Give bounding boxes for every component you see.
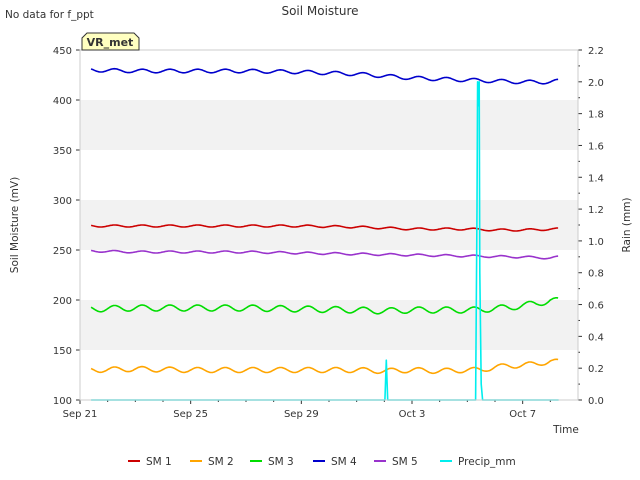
y-tick-label: 100 (53, 396, 72, 407)
series-line-sm-2 (90, 358, 559, 375)
plot-background-bands (80, 100, 578, 350)
legend-label: SM 4 (331, 456, 357, 468)
y-tick-label: 450 (53, 46, 72, 57)
plot-band (80, 100, 578, 150)
x-tick-label: Oct 7 (509, 409, 536, 420)
y2-axis-label: Rain (mm) (621, 197, 633, 252)
x-tick-label: Sep 29 (284, 409, 319, 420)
y2-tick-label: 1.4 (588, 173, 604, 184)
y2-tick-label: 0.2 (588, 364, 604, 375)
y2-tick-label: 0.4 (588, 332, 604, 343)
x-axis-ticks: Sep 21 Sep 25 Sep 29 Oct 3 Oct 7 (63, 400, 551, 420)
x-axis-label: Time (552, 424, 579, 436)
x-tick-label: Oct 3 (399, 409, 426, 420)
legend: SM 1 SM 2 SM 3 SM 4 SM 5 Precip_mm (128, 456, 516, 468)
station-label-box: VR_met (81, 32, 140, 51)
y2-tick-label: 1.0 (588, 237, 604, 248)
y-tick-label: 300 (53, 196, 72, 207)
y-tick-label: 350 (53, 146, 72, 157)
y2-tick-label: 0.0 (588, 396, 604, 407)
legend-label: SM 1 (146, 456, 172, 468)
legend-label: SM 3 (268, 456, 294, 468)
series-line-sm-5 (90, 249, 559, 260)
y-tick-label: 250 (53, 246, 72, 257)
y-tick-label: 150 (53, 346, 72, 357)
legend-label: Precip_mm (458, 456, 516, 468)
y-axis-label: Soil Moisture (mV) (9, 177, 21, 273)
y2-tick-label: 1.6 (588, 141, 604, 152)
plot-band (80, 200, 578, 250)
series-line-sm-4 (90, 67, 559, 85)
y2-tick-label: 0.6 (588, 301, 604, 312)
chart-title: Soil Moisture (281, 4, 358, 18)
legend-label: SM 5 (392, 456, 418, 468)
y2-tick-label: 2.0 (588, 78, 604, 89)
legend-label: SM 2 (208, 456, 234, 468)
y2-tick-label: 0.8 (588, 269, 604, 280)
left-y-axis-ticks: 100 150 200 250 300 350 400 450 (53, 46, 80, 407)
y-tick-label: 400 (53, 96, 72, 107)
x-tick-label: Sep 25 (173, 409, 208, 420)
y2-tick-label: 2.2 (588, 46, 604, 57)
plot-band (80, 300, 578, 350)
soil-moisture-chart: No data for f_ppt Soil Moisture 100 150 20… (5, 4, 633, 468)
y2-tick-label: 1.8 (588, 110, 604, 121)
no-data-note: No data for f_ppt (5, 9, 94, 21)
x-tick-label: Sep 21 (63, 409, 98, 420)
station-label: VR_met (87, 36, 134, 49)
y2-tick-label: 1.2 (588, 205, 604, 216)
right-y-axis-ticks: 0.0 0.2 0.4 0.6 0.8 1.0 1.2 1.4 1.6 1.8 2.0 2.2 (578, 46, 604, 407)
y-tick-label: 200 (53, 296, 72, 307)
